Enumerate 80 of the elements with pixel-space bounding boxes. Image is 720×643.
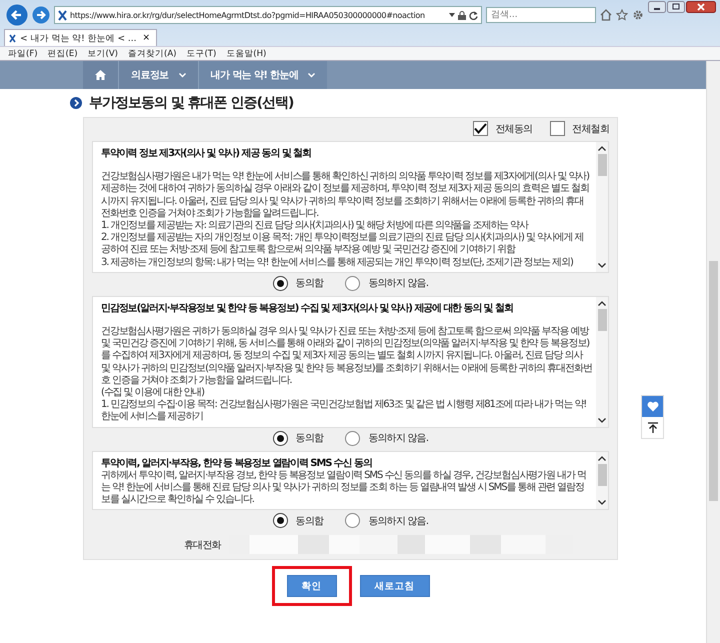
radio-button[interactable]: [272, 430, 288, 446]
radio-option[interactable]: 동의하지 않음.: [345, 430, 428, 446]
consent-paragraph: (수집 및 이용에 대한 안내): [101, 387, 206, 400]
text-scrollbar[interactable]: [596, 452, 608, 510]
radio-button[interactable]: [345, 276, 360, 291]
page-scrollbar[interactable]: [706, 61, 720, 643]
minimize-icon[interactable]: [648, 1, 666, 13]
menu-item[interactable]: 편집(E): [48, 48, 78, 60]
menu-item[interactable]: 즐겨찾기(A): [128, 48, 176, 60]
radio-option[interactable]: 동의함: [272, 276, 324, 291]
text-scrollbar[interactable]: [596, 142, 608, 272]
scrollbar-thumb[interactable]: [598, 464, 606, 486]
star-icon[interactable]: [616, 9, 628, 21]
heart-icon: [646, 401, 658, 412]
chevron-up-icon[interactable]: [598, 300, 606, 306]
section-title: 투약이력, 알러지·부작용, 한약 등 복용정보 열람이력 SMS 수신 동의: [101, 458, 373, 470]
chevron-up-icon[interactable]: [598, 456, 606, 461]
checkbox-option[interactable]: 전체동의: [473, 121, 532, 136]
restore-icon[interactable]: [667, 1, 685, 13]
consent-paragraph: 3. 제공하는 개인정보의 항목: 내가 먹는 약! 한눈에 서비스를 통해 제공되는 개인 투약이력 정보(단, 조제기관 정보는 제외): [101, 256, 574, 269]
consent-paragraph: 건강보험심사평가원은 내가 먹는 약! 한눈에 서비스를 통해 확인하신 귀하의 의약품 투약이력 정보를 제3자에게(의사 및 약사) 제공하는 것에 대하여 귀하가 동의하실 경우 아래와 같이 정보를 제공하며, 투약이력 정보 제3자 제공 동의의 효력은 별도 철회 시까지 유지됩니다. 아울러, 진료 담당 의사 및 약사가 귀하의 투약이력 정보를 조회하기 위해서는 아래에 등록한 귀하의 휴대전화번호 인증을 거쳐야 조회가 가능함을 알려드립니다.: [101, 171, 590, 220]
search-field[interactable]: 검색...: [486, 7, 596, 23]
consent-paragraph: 1. 민감정보의 수집·이용 목적: 건강보험심사평가원은 국민건강보험법 제63조 및 같은 법 시행령 제81조에 따라 내가 먹는 약! 한눈에 서비스를 제공하기: [101, 399, 588, 424]
dropdown-icon[interactable]: [449, 13, 455, 17]
nav-menu-item[interactable]: 내가 먹는 약! 한눈에: [198, 61, 328, 89]
refresh-icon[interactable]: [469, 10, 478, 20]
scrollbar-thumb[interactable]: [598, 308, 606, 331]
back-icon[interactable]: [6, 4, 28, 26]
consent-paragraph: 2. 개인정보를 제공받는 자의 개인정보 이용 목적: 개인 투약이력정보를 의료기관의 진료 담당 의사(치과의사) 및 약사에게 제공하여 진료 또는 처방·조제 등에 참고토록 함으로써 의약품 부작용 예방 및 국민건강 증진에 기여하기 위함: [101, 232, 584, 257]
consent-paragraph: 1. 개인정보를 제공받는 자: 의료기관의 진료 담당 의사(치과의사) 및 해당 처방에 따른 의약품을 조제하는 약사: [101, 220, 530, 232]
home-link[interactable]: [83, 61, 118, 89]
page-heading: 부가정보동의 및 휴대폰 인증(선택): [89, 94, 294, 112]
section-title: 투약이력 정보 제3자(의사 및 약사) 제공 동의 및 철회: [101, 148, 312, 160]
menu-item[interactable]: 파일(F): [8, 48, 38, 60]
site-icon: [58, 10, 67, 20]
consent-paragraph: 건강보험심사평가원은 귀하가 동의하실 경우 의사 및 약사가 진료 또는 처방·조제 등에 참고토록 함으로써 의약품 부작용 예방 및 국민건강 증진에 기여하기 위해, 동 서비스를 통해 아래와 같이 귀하의 민감정보(의약품 알러지·부작용 및 한약 등 복용정보)를 수집하여 제3자에게 제공하며, 동 정보의 수집 및 제3자 제공 동의는 별도 철회 시까지 유지됩니다. 아울러, 진료 담당 의사 및 약사가 귀하의 민감정보(의약품 알러지·부작용 및 한약 등 복용정보)를 조회하기 위해서는 아래에 등록한 귀하의 휴대전화번호 인증을 거쳐야 조회가 가능함을 알려드립니다.: [101, 326, 592, 387]
settings-icon[interactable]: [632, 9, 644, 21]
radio-option[interactable]: 동의하지 않음.: [345, 276, 428, 291]
browser-tab[interactable]: < 내가 먹는 약! 한눈에 < ... ×: [4, 29, 157, 46]
radio-option[interactable]: 동의함: [272, 513, 324, 528]
forward-icon[interactable]: [32, 6, 50, 24]
arrow-circle-icon: [70, 97, 82, 109]
favorite-button[interactable]: [642, 396, 663, 417]
chevron-down-icon[interactable]: [598, 262, 606, 268]
radio-button[interactable]: [272, 276, 288, 291]
checkbox-option[interactable]: 전체철회: [550, 121, 609, 136]
url-text: https://www.hira.or.kr/rg/dur/selectHomeAgrmtDtst.do?pgmid=HIRAA050300000000#noaction: [70, 10, 426, 20]
section-title: 민감정보(알러지·부작용정보 및 한약 등 복용정보) 수집 및 제3자(의사 및 약사) 제공에 대한 동의 및 철회: [101, 302, 514, 316]
menu-item[interactable]: 보기(V): [88, 48, 118, 60]
chevron-up-icon[interactable]: [598, 146, 606, 151]
home-icon: [95, 70, 106, 80]
lock-icon: [458, 10, 466, 20]
chevron-down-icon[interactable]: [598, 500, 606, 506]
scrollbar-thumb[interactable]: [598, 154, 606, 176]
checkmark-icon: [474, 123, 488, 134]
address-bar[interactable]: https://www.hira.or.kr/rg/dur/selectHomeAgrmtDtst.do?pgmid=HIRAA050300000000#noaction: [54, 6, 482, 24]
action-button[interactable]: 새로고침: [360, 575, 430, 598]
close-icon[interactable]: [686, 1, 716, 13]
chevron-down-icon[interactable]: [598, 418, 606, 423]
radio-button[interactable]: [272, 513, 288, 528]
menu-item[interactable]: 도움말(H): [226, 48, 266, 60]
consent-paragraph: 귀하께서 투약이력, 알러지·부작용 경보, 한약 등 복용정보 열람이력 SMS 수신 동의를 하실 경우, 건강보험심사평가원 내가 먹는 약! 한눈에 서비스를 통해 진료 담당 의사 및 약사가 귀하의 정보를 조회 하는 등 열람내역 발생 시 SMS를 통해 관련 열람정보를 실시간으로 확인하실 수 있습니다.: [101, 470, 587, 506]
home-icon[interactable]: [600, 9, 612, 21]
text-scrollbar[interactable]: [596, 296, 608, 427]
tab-title: < 내가 먹는 약! 한눈에 < ...: [20, 32, 136, 44]
action-button[interactable]: 확인: [286, 575, 336, 598]
radio-button[interactable]: [345, 430, 360, 446]
site-icon: [9, 34, 16, 42]
chevron-down-icon: [308, 72, 316, 78]
radio-button[interactable]: [345, 513, 360, 528]
radio-option[interactable]: 동의하지 않음.: [345, 513, 428, 528]
checkbox[interactable]: [473, 121, 488, 136]
menu-item[interactable]: 도구(T): [186, 48, 216, 60]
arrow-up-icon: [648, 422, 658, 433]
nav-menu-item[interactable]: 의료정보: [118, 61, 198, 89]
tab-close-button[interactable]: ×: [140, 33, 152, 43]
chevron-down-icon: [178, 72, 186, 78]
radio-option[interactable]: 동의함: [272, 430, 324, 446]
checkbox[interactable]: [550, 121, 566, 136]
phone-label: 휴대전화: [184, 538, 221, 552]
